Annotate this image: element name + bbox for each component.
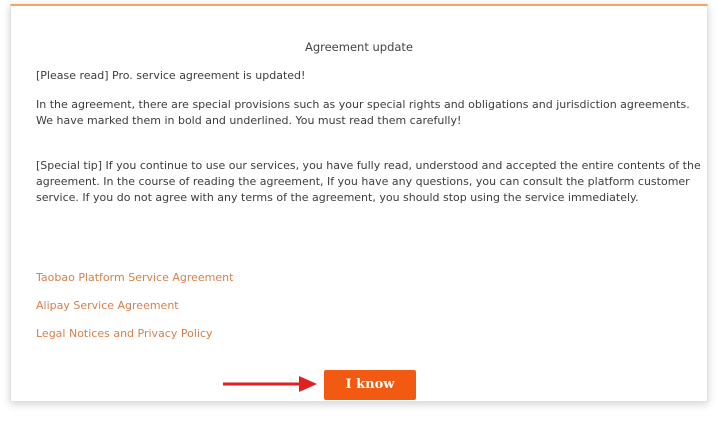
agreement-dialog: Agreement update [Please read] Pro. serv…: [10, 4, 708, 402]
taobao-agreement-link[interactable]: Taobao Platform Service Agreement: [36, 271, 233, 284]
notice-text: [Please read] Pro. service agreement is …: [36, 69, 306, 82]
alipay-agreement-link[interactable]: Alipay Service Agreement: [36, 299, 179, 312]
dialog-title: Agreement update: [304, 40, 414, 54]
special-tip-paragraph: [Special tip] If you continue to use our…: [36, 159, 701, 204]
legal-notices-link[interactable]: Legal Notices and Privacy Policy: [36, 327, 213, 340]
red-arrow-icon: [223, 376, 317, 392]
agreement-paragraph: In the agreement, there are special prov…: [36, 98, 690, 127]
i-know-button[interactable]: I know: [324, 370, 416, 400]
